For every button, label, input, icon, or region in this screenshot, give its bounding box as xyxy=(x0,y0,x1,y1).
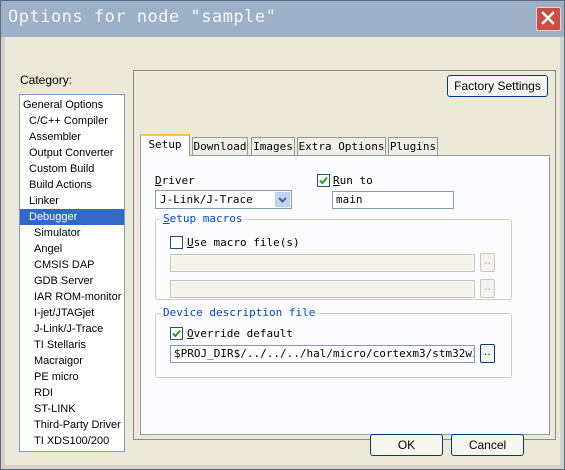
run-to-label[interactable]: Run to xyxy=(333,174,373,187)
category-item-label: Debugger xyxy=(29,211,78,223)
category-item[interactable]: TI Stellaris xyxy=(20,337,124,353)
setup-macros-mnemonic: S xyxy=(163,212,170,225)
category-item[interactable]: Simulator xyxy=(20,225,124,241)
category-label: Category: xyxy=(20,73,73,87)
tab-plugins[interactable]: Plugins xyxy=(388,137,438,155)
category-item[interactable]: ST-LINK xyxy=(20,401,124,417)
device-browse-button[interactable]: .. xyxy=(480,344,495,363)
category-item-label: TI XDS100/200 xyxy=(34,435,110,447)
tab-download[interactable]: Download xyxy=(192,137,248,155)
setup-tab-page: Driver J-Link/J-Trace Run to main Setup … xyxy=(140,155,550,435)
driver-label-rest: river xyxy=(161,174,195,187)
device-description-title: Device description file xyxy=(161,306,318,319)
category-item[interactable]: C/C++ Compiler xyxy=(20,113,124,129)
setup-macros-title: Setup macros xyxy=(161,212,245,225)
category-item-label: Angel xyxy=(34,243,63,255)
category-item-label: I-jet/JTAGjet xyxy=(34,307,95,319)
category-item[interactable]: Output Converter xyxy=(20,145,124,161)
dropdown-arrow[interactable] xyxy=(275,192,290,207)
category-item-label: Custom Build xyxy=(29,163,95,175)
category-item-label: GDB Server xyxy=(34,275,94,287)
run-to-label-rest: un to xyxy=(339,174,373,187)
category-item[interactable]: Macraigor xyxy=(20,353,124,369)
override-mnemonic: O xyxy=(187,327,194,340)
category-item[interactable]: IAR ROM-monitor xyxy=(20,289,124,305)
category-item-label: RDI xyxy=(34,387,53,399)
category-item[interactable]: I-jet/JTAGjet xyxy=(20,305,124,321)
category-item[interactable]: CMSIS DAP xyxy=(20,257,124,273)
checkmark-icon xyxy=(172,329,181,338)
chevron-down-icon xyxy=(278,197,287,203)
override-default-label[interactable]: Override default xyxy=(187,327,293,340)
tab-setup[interactable]: Setup xyxy=(140,134,190,156)
category-item[interactable]: PE micro xyxy=(20,369,124,385)
run-to-input[interactable]: main xyxy=(332,191,454,209)
macro-browse-button-1[interactable]: .. xyxy=(480,253,495,272)
setup-macros-title-rest: etup macros xyxy=(169,212,243,225)
category-item-label: TI Stellaris xyxy=(34,339,86,351)
category-item[interactable]: TI XDS100/200 xyxy=(20,433,124,449)
category-item-label: Linker xyxy=(29,195,59,207)
category-item-label: PE micro xyxy=(34,371,79,383)
category-item[interactable]: Build Actions xyxy=(20,177,124,193)
category-item-label: J-Link/J-Trace xyxy=(34,323,104,335)
category-item[interactable]: Custom Build xyxy=(20,161,124,177)
driver-selected-value: J-Link/J-Trace xyxy=(160,193,253,206)
category-item[interactable]: J-Link/J-Trace xyxy=(20,321,124,337)
use-macro-label[interactable]: Use macro file(s) xyxy=(187,236,300,249)
dialog-body: Category: General Options C/C++ Compiler A… xyxy=(5,37,560,465)
category-item-label: Output Converter xyxy=(29,147,114,159)
category-item-label: General Options xyxy=(23,99,104,111)
tab-extra-options[interactable]: Extra Options xyxy=(297,137,386,155)
category-item-label: CMSIS DAP xyxy=(34,259,95,271)
title-bar[interactable]: Options for node "sample" xyxy=(1,1,564,37)
macro-file-input-1[interactable] xyxy=(170,254,475,272)
macro-file-input-2[interactable] xyxy=(170,280,475,298)
use-macro-label-rest: se macro file(s) xyxy=(193,236,300,249)
ok-button[interactable]: OK xyxy=(370,434,443,456)
run-to-mnemonic: R xyxy=(333,174,340,187)
category-item-label: IAR ROM-monitor xyxy=(34,291,122,303)
category-item[interactable]: Angel xyxy=(20,241,124,257)
category-list[interactable]: General Options C/C++ Compiler Assembler Ou… xyxy=(19,94,125,452)
close-button[interactable] xyxy=(536,7,561,31)
tab-images[interactable]: Images xyxy=(251,137,295,155)
driver-label: Driver xyxy=(155,174,195,187)
checkmark-icon xyxy=(319,176,328,185)
category-item[interactable]: Linker xyxy=(20,193,124,209)
options-panel: Factory Settings Setup Download Images Extr… xyxy=(133,70,556,440)
run-to-checkbox[interactable] xyxy=(317,174,330,187)
category-item[interactable]: Assembler xyxy=(20,129,124,145)
category-item-label: Assembler xyxy=(29,131,81,143)
override-default-checkbox[interactable] xyxy=(170,327,183,340)
factory-settings-button[interactable]: Factory Settings xyxy=(447,75,548,97)
driver-select[interactable]: J-Link/J-Trace xyxy=(155,190,292,209)
category-item-label: Third-Party Driver xyxy=(34,419,121,431)
category-item[interactable]: RDI xyxy=(20,385,124,401)
category-item-label: Macraigor xyxy=(34,355,83,367)
category-item[interactable]: Third-Party Driver xyxy=(20,417,124,433)
category-item-label: ST-LINK xyxy=(34,403,76,415)
override-label-rest: verride default xyxy=(193,327,293,340)
use-macro-mnemonic: U xyxy=(187,236,194,249)
device-file-input[interactable]: $PROJ_DIR$/../../../hal/micro/cortexm3/s… xyxy=(170,345,475,363)
category-item[interactable]: Debugger xyxy=(20,209,124,225)
category-item[interactable]: GDB Server xyxy=(20,273,124,289)
options-dialog: Options for node "sample" Category: Gene… xyxy=(0,0,565,470)
cancel-button[interactable]: Cancel xyxy=(451,434,524,456)
close-icon xyxy=(541,11,555,25)
driver-label-mnemonic: D xyxy=(155,174,162,187)
use-macro-checkbox[interactable] xyxy=(170,236,183,249)
category-item-label: Build Actions xyxy=(29,179,92,191)
window-title: Options for node "sample" xyxy=(8,7,277,27)
category-item[interactable]: General Options xyxy=(20,97,124,113)
category-item-label: Simulator xyxy=(34,227,81,239)
macro-browse-button-2[interactable]: .. xyxy=(480,279,495,298)
category-item-label: C/C++ Compiler xyxy=(29,115,108,127)
